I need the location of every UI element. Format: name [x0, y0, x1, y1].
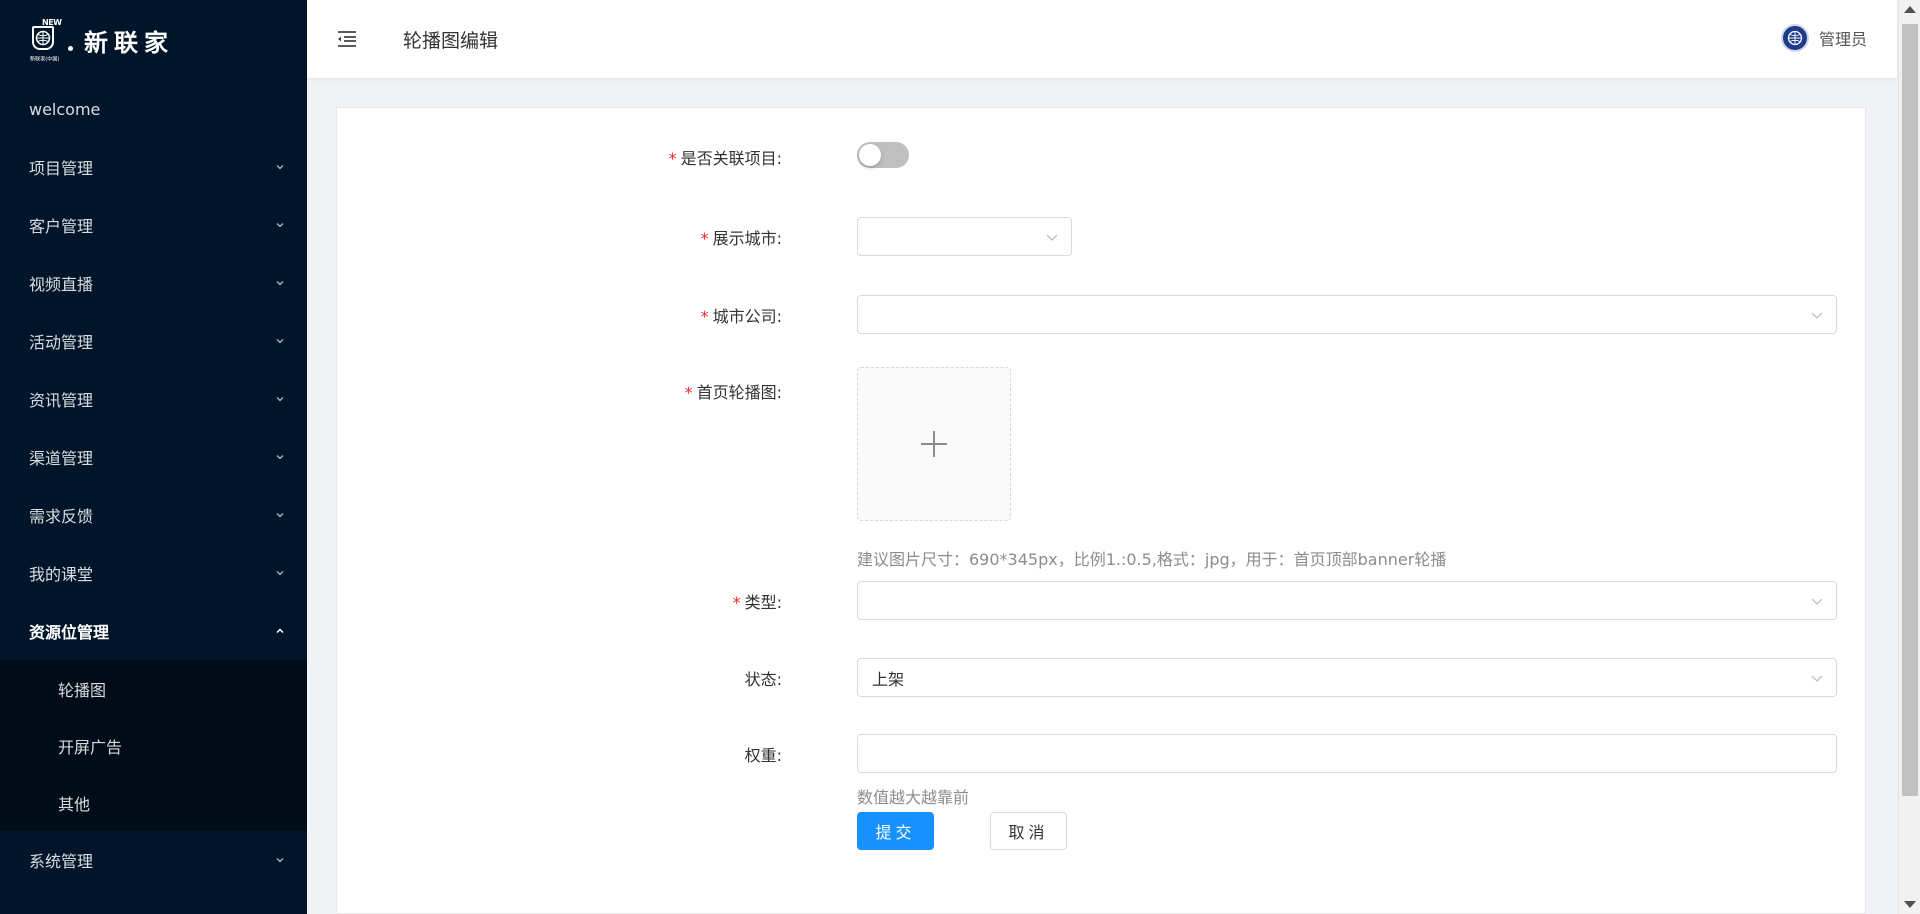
- brand-name: 新联家: [84, 28, 174, 57]
- form-row-city: * 展示城市:: [337, 217, 1865, 257]
- chevron-down-icon: [276, 513, 284, 518]
- weight-hint: 数值越大越靠前: [857, 788, 970, 807]
- banner-label: * 首页轮播图:: [684, 383, 782, 402]
- weight-input[interactable]: [857, 734, 1837, 773]
- sidebar-subitem-other[interactable]: 其他: [0, 774, 307, 831]
- sidebar-item-live[interactable]: 视频直播: [0, 254, 307, 312]
- form-row-weight: 权重: 数值越大越靠前: [337, 734, 1865, 807]
- company-select[interactable]: [857, 295, 1837, 334]
- chevron-down-icon: [276, 397, 284, 402]
- form-row-status: 状态: 上架: [337, 658, 1865, 698]
- banner-hint: 建议图片尺寸：690*345px，比例1.:0.5,格式：jpg，用于：首页顶部…: [857, 550, 1447, 569]
- sidebar-item-resource[interactable]: 资源位管理: [0, 602, 307, 660]
- sidebar-item-label: 需求反馈: [29, 507, 94, 526]
- globe-icon: [1787, 30, 1803, 46]
- sidebar-item-feedback[interactable]: 需求反馈: [0, 486, 307, 544]
- sidebar-subitem-label: 开屏广告: [58, 737, 123, 757]
- chevron-up-icon: [276, 628, 284, 634]
- form-row-type: * 类型:: [337, 581, 1865, 621]
- chevron-down-icon: [276, 165, 284, 170]
- sidebar-item-label: 视频直播: [29, 275, 94, 294]
- logo[interactable]: NEW 新联家(中国) 新联家: [0, 0, 307, 80]
- submit-button[interactable]: 提交: [857, 812, 934, 850]
- header: 轮播图编辑 管理员: [307, 0, 1897, 78]
- status-selected-value: 上架: [872, 669, 905, 689]
- chevron-down-icon: [1811, 598, 1823, 605]
- sidebar-item-project[interactable]: 项目管理: [0, 138, 307, 196]
- chevron-down-icon: [1046, 234, 1058, 241]
- sidebar-item-label: 系统管理: [29, 852, 94, 871]
- page-title: 轮播图编辑: [403, 29, 499, 52]
- status-label: 状态:: [744, 670, 782, 689]
- sidebar-subitem-banner[interactable]: 轮播图: [0, 660, 307, 717]
- plus-icon: [921, 431, 947, 457]
- sidebar-menu: welcome 项目管理 客户管理 视频直播 活动管理 资讯管理 渠道管理 需求…: [0, 80, 307, 889]
- chevron-down-icon: [276, 339, 284, 344]
- company-label: * 城市公司:: [700, 307, 782, 326]
- chevron-down-icon: [1811, 312, 1823, 319]
- link-project-switch[interactable]: [857, 142, 909, 168]
- city-select[interactable]: [857, 217, 1072, 256]
- sidebar-item-label: 资讯管理: [29, 391, 94, 410]
- city-label: * 展示城市:: [700, 229, 782, 248]
- form-row-company: * 城市公司:: [337, 295, 1865, 335]
- logo-sub: 新联家(中国): [30, 56, 60, 62]
- sidebar-item-customer[interactable]: 客户管理: [0, 196, 307, 254]
- link-project-label: * 是否关联项目:: [668, 149, 782, 168]
- cancel-button[interactable]: 取消: [990, 812, 1067, 850]
- sidebar-item-news[interactable]: 资讯管理: [0, 370, 307, 428]
- sidebar-item-channel[interactable]: 渠道管理: [0, 428, 307, 486]
- sidebar-submenu-resource: 轮播图 开屏广告 其他: [0, 660, 307, 831]
- sidebar-item-label: 项目管理: [29, 159, 94, 178]
- form-actions: 提交 取消: [337, 812, 1865, 852]
- sidebar-item-label: 客户管理: [29, 217, 94, 236]
- sidebar: NEW 新联家(中国) 新联家 welcome 项目管理 客户管理 视频直播 活…: [0, 0, 307, 914]
- chevron-down-icon: [276, 571, 284, 576]
- chevron-down-icon: [276, 858, 284, 863]
- sidebar-item-label: welcome: [29, 99, 101, 119]
- sidebar-item-activity[interactable]: 活动管理: [0, 312, 307, 370]
- sidebar-item-label: 我的课堂: [29, 565, 94, 584]
- logo-mark-icon: NEW 新联家(中国): [30, 18, 68, 62]
- user-menu[interactable]: 管理员: [1780, 24, 1867, 52]
- menu-fold-icon[interactable]: [335, 27, 359, 51]
- avatar: [1780, 24, 1809, 52]
- sidebar-item-label: 渠道管理: [29, 449, 94, 468]
- form-row-banner: * 首页轮播图: 建议图片尺寸：690*345px，比例1.:0.5,格式：jpg…: [337, 367, 1865, 569]
- form-card: * 是否关联项目: * 展示城市: * 城市公司: * 首页轮播图: 建议图片尺寸：69…: [336, 107, 1866, 914]
- sidebar-subitem-splash-ad[interactable]: 开屏广告: [0, 717, 307, 774]
- chevron-down-icon: [276, 281, 284, 286]
- status-select[interactable]: 上架: [857, 658, 1837, 697]
- page-scrollbar[interactable]: [1898, 0, 1920, 914]
- sidebar-subitem-label: 轮播图: [58, 680, 107, 700]
- scroll-up-icon[interactable]: [1904, 6, 1916, 13]
- sidebar-item-system[interactable]: 系统管理: [0, 831, 307, 889]
- banner-upload[interactable]: [857, 367, 1011, 521]
- weight-label: 权重:: [744, 746, 782, 765]
- sidebar-item-classroom[interactable]: 我的课堂: [0, 544, 307, 602]
- user-name: 管理员: [1818, 30, 1867, 49]
- scroll-down-icon[interactable]: [1904, 901, 1916, 908]
- type-select[interactable]: [857, 581, 1837, 620]
- chevron-down-icon: [1811, 675, 1823, 682]
- sidebar-subitem-label: 其他: [58, 794, 91, 814]
- chevron-down-icon: [276, 455, 284, 460]
- chevron-down-icon: [276, 223, 284, 228]
- form-row-link-project: * 是否关联项目:: [337, 142, 1865, 172]
- sidebar-item-label: 活动管理: [29, 333, 94, 352]
- scrollbar-thumb[interactable]: [1902, 24, 1918, 796]
- type-label: * 类型:: [732, 593, 782, 612]
- sidebar-item-welcome[interactable]: welcome: [0, 80, 307, 138]
- sidebar-item-label: 资源位管理: [29, 623, 110, 642]
